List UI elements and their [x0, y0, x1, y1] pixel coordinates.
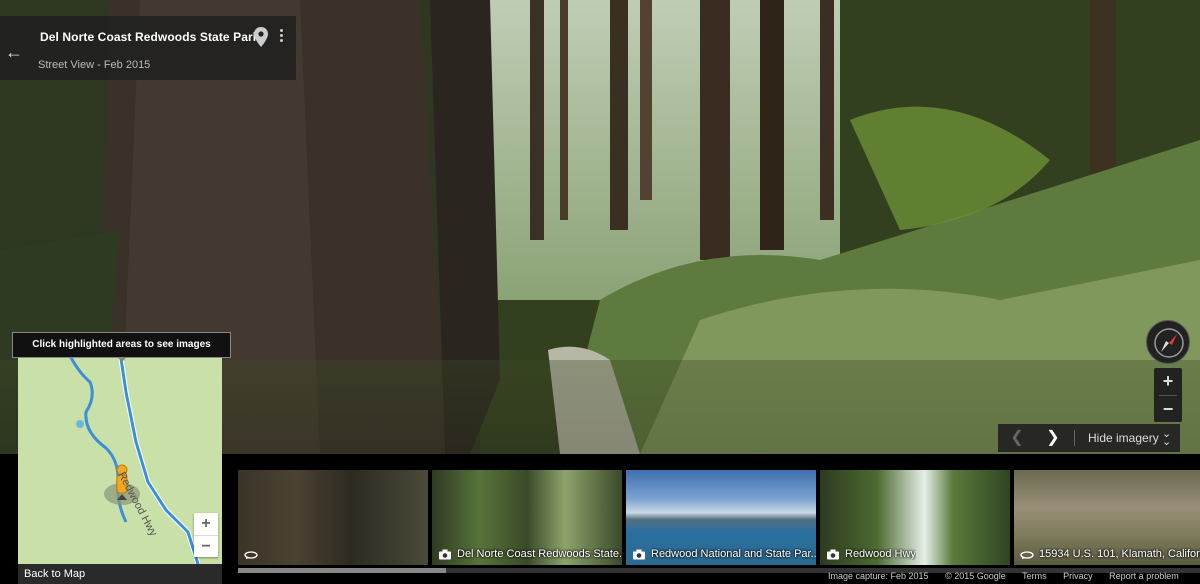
image-capture-date: Image capture: Feb 2015 [828, 571, 929, 581]
terms-link[interactable]: Terms [1022, 571, 1047, 581]
minimap-zoom-in-button[interactable]: + [194, 513, 218, 535]
minimap-zoom-control: + − [194, 513, 218, 557]
map-tooltip: Click highlighted areas to see images [12, 332, 231, 358]
camera-icon [827, 549, 839, 559]
report-problem-link[interactable]: Report a problem [1109, 571, 1179, 581]
camera-icon [633, 549, 645, 559]
thumbnail-label: 15934 U.S. 101, Klamath, Californ... [1039, 548, 1200, 560]
map-pin-icon[interactable] [254, 27, 268, 47]
place-title[interactable]: Del Norte Coast Redwoods State Park [40, 30, 260, 44]
thumbnail-3[interactable]: Redwood National and State Par... [626, 470, 816, 565]
thumbnail-label: Redwood Hwy [845, 548, 916, 560]
360-icon [1020, 550, 1034, 559]
tooltip-arrow [117, 357, 127, 362]
street-view-date: Street View - Feb 2015 [38, 59, 151, 71]
footer: Image capture: Feb 2015 © 2015 Google Te… [828, 571, 1193, 584]
minimap[interactable] [18, 352, 222, 564]
hide-imagery-button[interactable]: Hide imagery [1088, 431, 1159, 445]
back-to-map-button[interactable]: Back to Map [18, 564, 222, 584]
minimap-canvas [18, 352, 222, 564]
street-view-app: ← Del Norte Coast Redwoods State Park St… [0, 0, 1200, 584]
camera-icon [439, 549, 451, 559]
thumbnail-2[interactable]: Del Norte Coast Redwoods State... [432, 470, 622, 565]
imagery-nav-bar: ❮ ❯ Hide imagery ⌄ ⌄ [998, 424, 1180, 452]
more-vert-icon[interactable] [276, 27, 286, 47]
copyright: © 2015 Google [945, 571, 1006, 581]
zoom-out-button[interactable]: − [1154, 396, 1182, 422]
privacy-link[interactable]: Privacy [1063, 571, 1093, 581]
minimap-zoom-out-button[interactable]: − [194, 535, 218, 557]
thumbnail-label: Redwood National and State Par... [651, 548, 816, 560]
thumbnail-5[interactable]: 15934 U.S. 101, Klamath, Californ... [1014, 470, 1200, 565]
zoom-in-button[interactable]: + [1154, 368, 1182, 394]
zoom-control: + − [1154, 368, 1182, 422]
back-arrow-icon[interactable]: ← [4, 42, 24, 62]
thumbnail-label: Del Norte Coast Redwoods State... [457, 548, 622, 560]
double-chevron-down-icon[interactable]: ⌄ ⌄ [1162, 429, 1171, 448]
next-image-button[interactable]: ❯ [1042, 428, 1064, 448]
previous-image-button[interactable]: ❮ [1006, 428, 1028, 448]
location-header-card: ← Del Norte Coast Redwoods State Park St… [0, 16, 296, 80]
thumbnail-1[interactable] [238, 470, 428, 565]
360-icon [244, 551, 258, 559]
thumbnail-4[interactable]: Redwood Hwy [820, 470, 1010, 565]
filmstrip-scrollbar-thumb[interactable] [238, 568, 446, 573]
compass-icon[interactable] [1146, 320, 1190, 364]
